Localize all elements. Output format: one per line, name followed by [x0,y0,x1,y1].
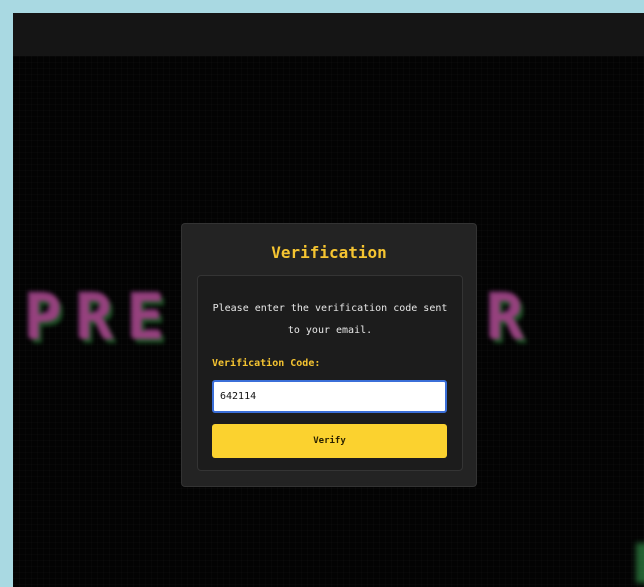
app-screen: PRE AIR Verification Please enter the ve… [13,13,644,587]
code-label: Verification Code: [212,358,321,369]
verification-code-input[interactable] [212,380,447,413]
top-bar [13,13,644,56]
modal-title: Verification [271,243,387,262]
verification-card: Please enter the verification code sent … [197,275,463,471]
verification-instructions: Please enter the verification code sent … [212,303,448,336]
verification-modal: Verification Please enter the verificati… [181,223,477,487]
verify-button[interactable]: Verify [212,424,447,458]
